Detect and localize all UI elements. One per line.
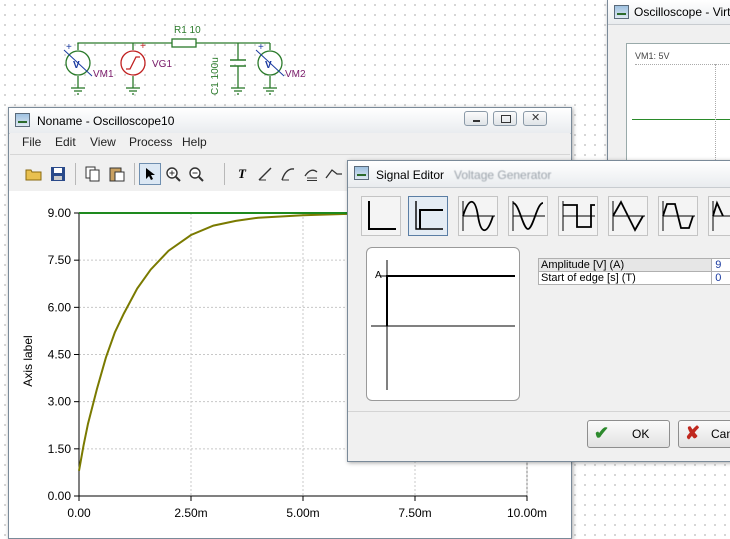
x-tick-label: 0.00: [67, 506, 91, 520]
signal-editor-app-icon: [354, 166, 369, 180]
oscilloscope-screen[interactable]: VM1: 5V: [626, 43, 730, 163]
graph-window-title: Noname - Oscilloscope10: [37, 114, 174, 128]
vm2-plus: +: [258, 42, 264, 53]
series-line-charging: [79, 213, 393, 471]
channel-label: VM1: 5V: [635, 51, 670, 61]
trapezoid-shape-button[interactable]: [658, 196, 698, 236]
signal-editor-dialog[interactable]: Signal Editor Voltage Generator A: [347, 160, 730, 462]
table-row: Start of edge [s] (T) 0: [539, 272, 730, 285]
triangle-shape-button[interactable]: [608, 196, 648, 236]
x-tick-label: 2.50m: [174, 506, 207, 520]
menu-process[interactable]: Process: [129, 135, 172, 149]
signal-editor-titlebar[interactable]: Signal Editor Voltage Generator: [348, 161, 730, 188]
toolbar-separator: [224, 163, 225, 185]
waveform-shape-bar: [361, 196, 730, 238]
sine-shape-button[interactable]: [458, 196, 498, 236]
toolbar-separator: [134, 163, 135, 185]
vg1-plus: +: [140, 41, 146, 52]
restore-button[interactable]: [493, 111, 517, 126]
graph-window-titlebar[interactable]: Noname - Oscilloscope10 ✕: [9, 108, 571, 134]
oscilloscope-window[interactable]: Oscilloscope - Virt VM1: 5V: [607, 0, 730, 162]
signal-editor-title: Signal Editor: [376, 168, 444, 182]
source-label: VG1: [152, 59, 172, 70]
square-shape-button[interactable]: [558, 196, 598, 236]
voltage-generator-vg1[interactable]: [121, 51, 145, 75]
dc-shape-button[interactable]: [361, 196, 401, 236]
y-tick-label: 1.50: [48, 442, 72, 456]
minimize-button[interactable]: [464, 111, 488, 126]
oscilloscope-gridline: [635, 64, 730, 65]
cancel-x-icon: ✘: [685, 423, 700, 444]
zoom-in-icon[interactable]: [162, 163, 184, 185]
ok-label: OK: [632, 427, 649, 441]
close-button[interactable]: ✕: [523, 111, 547, 126]
signal-editor-subtitle: Voltage Generator: [454, 168, 551, 182]
vm1-plus: +: [66, 42, 72, 53]
preview-amplitude-label: A: [375, 270, 382, 281]
pointer-icon[interactable]: [139, 163, 161, 185]
oscilloscope-title: Oscilloscope - Virt: [634, 5, 730, 19]
copy-icon[interactable]: [82, 163, 104, 185]
oscilloscope-gridline: [715, 64, 716, 162]
graph-app-icon: [15, 113, 30, 127]
cancel-label: Can: [711, 427, 730, 441]
text-icon[interactable]: T: [231, 163, 253, 185]
signal-icon[interactable]: [323, 163, 345, 185]
oscilloscope-titlebar[interactable]: Oscilloscope - Virt: [608, 0, 730, 25]
x-tick-label: 5.00m: [286, 506, 319, 520]
zoom-reset-icon[interactable]: [185, 163, 207, 185]
cancel-button[interactable]: ✘ Can: [678, 420, 730, 448]
vm1-label: VM1: [93, 69, 114, 80]
y-tick-label: 4.50: [48, 348, 72, 362]
param-value-input[interactable]: 9: [712, 259, 730, 272]
circuit-schematic: V V + + + R1 10 C1 100u VG1 VM1 VM2: [0, 0, 330, 105]
capacitor-c1[interactable]: [230, 60, 246, 66]
param-name: Start of edge [s] (T): [539, 272, 712, 285]
graph-menubar: File Edit View Process Help: [10, 133, 570, 152]
voltmeter-vm2[interactable]: V: [256, 50, 284, 76]
y-tick-label: 3.00: [48, 395, 72, 409]
open-folder-icon[interactable]: [23, 163, 45, 185]
pulse-shape-button[interactable]: [708, 196, 730, 236]
capacitor-label: C1 100u: [210, 57, 221, 95]
y-tick-label: 9.00: [48, 206, 72, 220]
signal-preview: A: [366, 247, 520, 401]
y-tick-label: 0.00: [48, 489, 72, 503]
voltmeter-vm1[interactable]: V: [64, 50, 92, 76]
check-icon: ✔: [594, 423, 609, 444]
param-name: Amplitude [V] (A): [539, 259, 712, 272]
x-tick-label: 7.50m: [398, 506, 431, 520]
dialog-divider: [348, 411, 730, 412]
menu-help[interactable]: Help: [182, 135, 207, 149]
parameter-table: Amplitude [V] (A) 9 Start of edge [s] (T…: [538, 258, 730, 285]
vm2-label: VM2: [285, 69, 306, 80]
menu-file[interactable]: File: [22, 135, 41, 149]
oscilloscope-app-icon: [614, 5, 629, 19]
menu-edit[interactable]: Edit: [55, 135, 76, 149]
y-tick-label: 6.00: [48, 300, 72, 314]
close-icon: ✕: [531, 112, 540, 125]
table-row: Amplitude [V] (A) 9: [539, 259, 730, 272]
x-tick-label: 10.00m: [507, 506, 547, 520]
line-tool-icon[interactable]: [254, 163, 276, 185]
curve-tool-icon[interactable]: [277, 163, 299, 185]
legend-icon[interactable]: [300, 163, 322, 185]
paste-icon[interactable]: [106, 163, 128, 185]
step-shape-button[interactable]: [408, 196, 448, 236]
cosine-shape-button[interactable]: [508, 196, 548, 236]
toolbar-separator: [75, 163, 76, 185]
resistor-label: R1 10: [174, 25, 201, 36]
y-axis-label: Axis label: [21, 326, 35, 396]
restore-icon: [501, 115, 511, 123]
y-tick-label: 7.50: [48, 253, 72, 267]
ok-button[interactable]: ✔ OK: [587, 420, 670, 448]
menu-view[interactable]: View: [90, 135, 116, 149]
param-value-input[interactable]: 0: [712, 272, 730, 285]
minimize-icon: [473, 120, 480, 122]
resistor-r1[interactable]: [172, 39, 196, 47]
save-icon[interactable]: [47, 163, 69, 185]
